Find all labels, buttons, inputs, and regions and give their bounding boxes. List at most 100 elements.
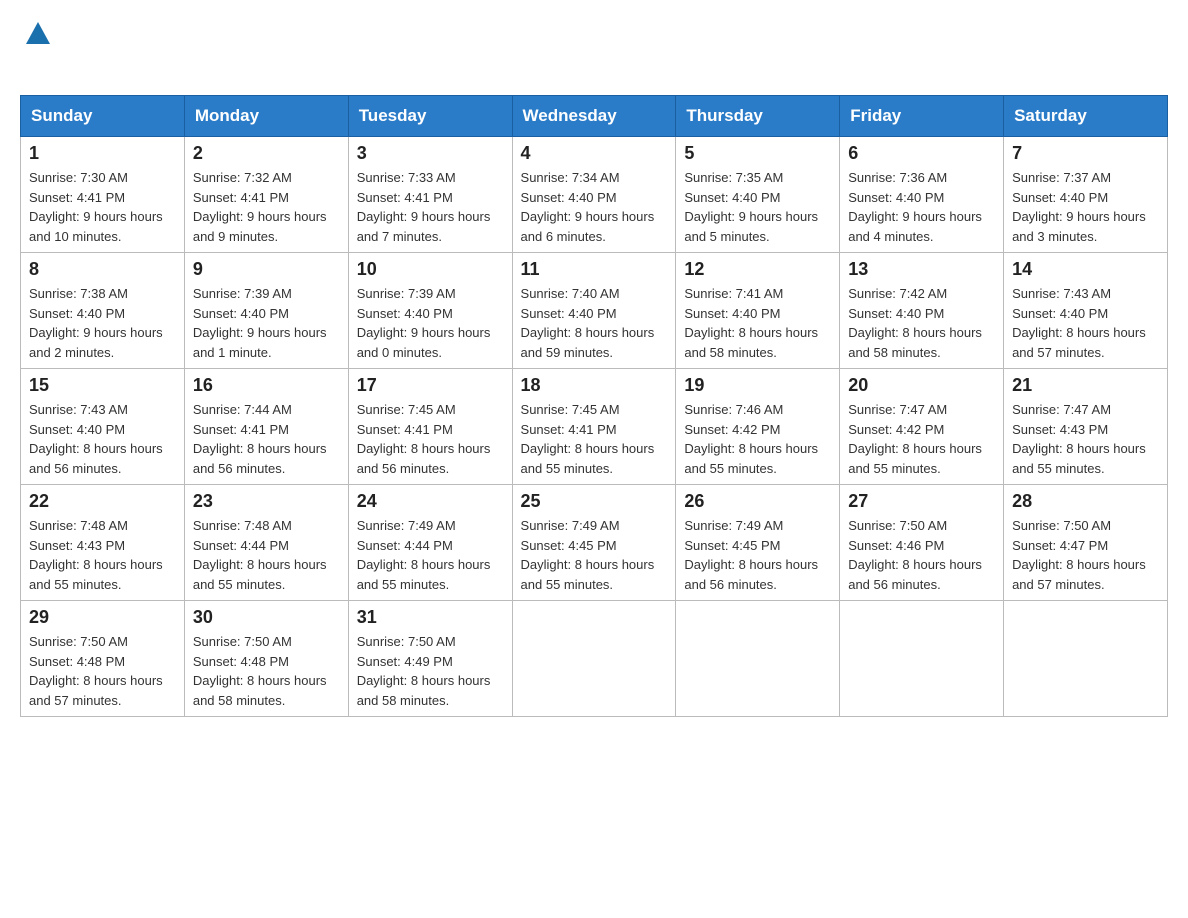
calendar-cell: 20 Sunrise: 7:47 AMSunset: 4:42 PMDaylig… — [840, 369, 1004, 485]
day-number: 17 — [357, 375, 504, 396]
calendar-week-row: 1 Sunrise: 7:30 AMSunset: 4:41 PMDayligh… — [21, 137, 1168, 253]
day-info: Sunrise: 7:49 AMSunset: 4:45 PMDaylight:… — [684, 516, 831, 594]
day-info: Sunrise: 7:43 AMSunset: 4:40 PMDaylight:… — [29, 400, 176, 478]
calendar-cell: 17 Sunrise: 7:45 AMSunset: 4:41 PMDaylig… — [348, 369, 512, 485]
day-info: Sunrise: 7:32 AMSunset: 4:41 PMDaylight:… — [193, 168, 340, 246]
calendar-cell: 22 Sunrise: 7:48 AMSunset: 4:43 PMDaylig… — [21, 485, 185, 601]
day-number: 29 — [29, 607, 176, 628]
calendar-cell: 16 Sunrise: 7:44 AMSunset: 4:41 PMDaylig… — [184, 369, 348, 485]
calendar-cell: 29 Sunrise: 7:50 AMSunset: 4:48 PMDaylig… — [21, 601, 185, 717]
day-info: Sunrise: 7:49 AMSunset: 4:45 PMDaylight:… — [521, 516, 668, 594]
day-number: 22 — [29, 491, 176, 512]
calendar-cell: 28 Sunrise: 7:50 AMSunset: 4:47 PMDaylig… — [1004, 485, 1168, 601]
day-info: Sunrise: 7:34 AMSunset: 4:40 PMDaylight:… — [521, 168, 668, 246]
day-info: Sunrise: 7:48 AMSunset: 4:43 PMDaylight:… — [29, 516, 176, 594]
calendar-cell: 1 Sunrise: 7:30 AMSunset: 4:41 PMDayligh… — [21, 137, 185, 253]
calendar-cell: 25 Sunrise: 7:49 AMSunset: 4:45 PMDaylig… — [512, 485, 676, 601]
day-info: Sunrise: 7:45 AMSunset: 4:41 PMDaylight:… — [521, 400, 668, 478]
calendar-cell — [676, 601, 840, 717]
day-number: 21 — [1012, 375, 1159, 396]
calendar-cell: 21 Sunrise: 7:47 AMSunset: 4:43 PMDaylig… — [1004, 369, 1168, 485]
day-info: Sunrise: 7:50 AMSunset: 4:46 PMDaylight:… — [848, 516, 995, 594]
day-info: Sunrise: 7:35 AMSunset: 4:40 PMDaylight:… — [684, 168, 831, 246]
day-info: Sunrise: 7:46 AMSunset: 4:42 PMDaylight:… — [684, 400, 831, 478]
weekday-header-wednesday: Wednesday — [512, 96, 676, 137]
weekday-header-thursday: Thursday — [676, 96, 840, 137]
day-info: Sunrise: 7:36 AMSunset: 4:40 PMDaylight:… — [848, 168, 995, 246]
day-info: Sunrise: 7:30 AMSunset: 4:41 PMDaylight:… — [29, 168, 176, 246]
weekday-header-sunday: Sunday — [21, 96, 185, 137]
day-number: 23 — [193, 491, 340, 512]
day-number: 8 — [29, 259, 176, 280]
calendar-cell: 6 Sunrise: 7:36 AMSunset: 4:40 PMDayligh… — [840, 137, 1004, 253]
day-number: 13 — [848, 259, 995, 280]
calendar-cell: 15 Sunrise: 7:43 AMSunset: 4:40 PMDaylig… — [21, 369, 185, 485]
calendar-week-row: 29 Sunrise: 7:50 AMSunset: 4:48 PMDaylig… — [21, 601, 1168, 717]
day-number: 28 — [1012, 491, 1159, 512]
day-number: 10 — [357, 259, 504, 280]
calendar-table: SundayMondayTuesdayWednesdayThursdayFrid… — [20, 95, 1168, 717]
day-info: Sunrise: 7:40 AMSunset: 4:40 PMDaylight:… — [521, 284, 668, 362]
calendar-cell: 2 Sunrise: 7:32 AMSunset: 4:41 PMDayligh… — [184, 137, 348, 253]
day-info: Sunrise: 7:43 AMSunset: 4:40 PMDaylight:… — [1012, 284, 1159, 362]
day-number: 3 — [357, 143, 504, 164]
day-number: 26 — [684, 491, 831, 512]
day-info: Sunrise: 7:39 AMSunset: 4:40 PMDaylight:… — [193, 284, 340, 362]
day-number: 14 — [1012, 259, 1159, 280]
day-number: 1 — [29, 143, 176, 164]
weekday-header-monday: Monday — [184, 96, 348, 137]
day-info: Sunrise: 7:38 AMSunset: 4:40 PMDaylight:… — [29, 284, 176, 362]
day-number: 18 — [521, 375, 668, 396]
day-number: 30 — [193, 607, 340, 628]
day-info: Sunrise: 7:50 AMSunset: 4:48 PMDaylight:… — [193, 632, 340, 710]
day-number: 16 — [193, 375, 340, 396]
day-number: 5 — [684, 143, 831, 164]
weekday-header-tuesday: Tuesday — [348, 96, 512, 137]
day-number: 15 — [29, 375, 176, 396]
day-info: Sunrise: 7:33 AMSunset: 4:41 PMDaylight:… — [357, 168, 504, 246]
day-info: Sunrise: 7:47 AMSunset: 4:43 PMDaylight:… — [1012, 400, 1159, 478]
day-info: Sunrise: 7:44 AMSunset: 4:41 PMDaylight:… — [193, 400, 340, 478]
day-info: Sunrise: 7:50 AMSunset: 4:47 PMDaylight:… — [1012, 516, 1159, 594]
logo — [20, 20, 52, 85]
page-header — [20, 20, 1168, 85]
calendar-cell: 31 Sunrise: 7:50 AMSunset: 4:49 PMDaylig… — [348, 601, 512, 717]
calendar-cell: 18 Sunrise: 7:45 AMSunset: 4:41 PMDaylig… — [512, 369, 676, 485]
day-info: Sunrise: 7:48 AMSunset: 4:44 PMDaylight:… — [193, 516, 340, 594]
day-info: Sunrise: 7:42 AMSunset: 4:40 PMDaylight:… — [848, 284, 995, 362]
day-number: 2 — [193, 143, 340, 164]
day-number: 25 — [521, 491, 668, 512]
calendar-cell — [512, 601, 676, 717]
calendar-header-row: SundayMondayTuesdayWednesdayThursdayFrid… — [21, 96, 1168, 137]
day-info: Sunrise: 7:45 AMSunset: 4:41 PMDaylight:… — [357, 400, 504, 478]
calendar-cell — [840, 601, 1004, 717]
day-info: Sunrise: 7:50 AMSunset: 4:49 PMDaylight:… — [357, 632, 504, 710]
day-number: 31 — [357, 607, 504, 628]
calendar-cell: 10 Sunrise: 7:39 AMSunset: 4:40 PMDaylig… — [348, 253, 512, 369]
day-info: Sunrise: 7:39 AMSunset: 4:40 PMDaylight:… — [357, 284, 504, 362]
calendar-cell: 23 Sunrise: 7:48 AMSunset: 4:44 PMDaylig… — [184, 485, 348, 601]
day-number: 24 — [357, 491, 504, 512]
calendar-cell: 3 Sunrise: 7:33 AMSunset: 4:41 PMDayligh… — [348, 137, 512, 253]
calendar-cell: 19 Sunrise: 7:46 AMSunset: 4:42 PMDaylig… — [676, 369, 840, 485]
day-number: 4 — [521, 143, 668, 164]
calendar-cell: 26 Sunrise: 7:49 AMSunset: 4:45 PMDaylig… — [676, 485, 840, 601]
day-number: 7 — [1012, 143, 1159, 164]
calendar-cell: 30 Sunrise: 7:50 AMSunset: 4:48 PMDaylig… — [184, 601, 348, 717]
calendar-cell: 27 Sunrise: 7:50 AMSunset: 4:46 PMDaylig… — [840, 485, 1004, 601]
calendar-cell: 11 Sunrise: 7:40 AMSunset: 4:40 PMDaylig… — [512, 253, 676, 369]
calendar-cell: 7 Sunrise: 7:37 AMSunset: 4:40 PMDayligh… — [1004, 137, 1168, 253]
calendar-cell: 13 Sunrise: 7:42 AMSunset: 4:40 PMDaylig… — [840, 253, 1004, 369]
day-number: 12 — [684, 259, 831, 280]
calendar-cell: 8 Sunrise: 7:38 AMSunset: 4:40 PMDayligh… — [21, 253, 185, 369]
calendar-cell — [1004, 601, 1168, 717]
day-info: Sunrise: 7:50 AMSunset: 4:48 PMDaylight:… — [29, 632, 176, 710]
calendar-cell: 4 Sunrise: 7:34 AMSunset: 4:40 PMDayligh… — [512, 137, 676, 253]
weekday-header-friday: Friday — [840, 96, 1004, 137]
day-number: 9 — [193, 259, 340, 280]
day-info: Sunrise: 7:49 AMSunset: 4:44 PMDaylight:… — [357, 516, 504, 594]
day-info: Sunrise: 7:41 AMSunset: 4:40 PMDaylight:… — [684, 284, 831, 362]
calendar-cell: 5 Sunrise: 7:35 AMSunset: 4:40 PMDayligh… — [676, 137, 840, 253]
day-info: Sunrise: 7:47 AMSunset: 4:42 PMDaylight:… — [848, 400, 995, 478]
day-number: 20 — [848, 375, 995, 396]
